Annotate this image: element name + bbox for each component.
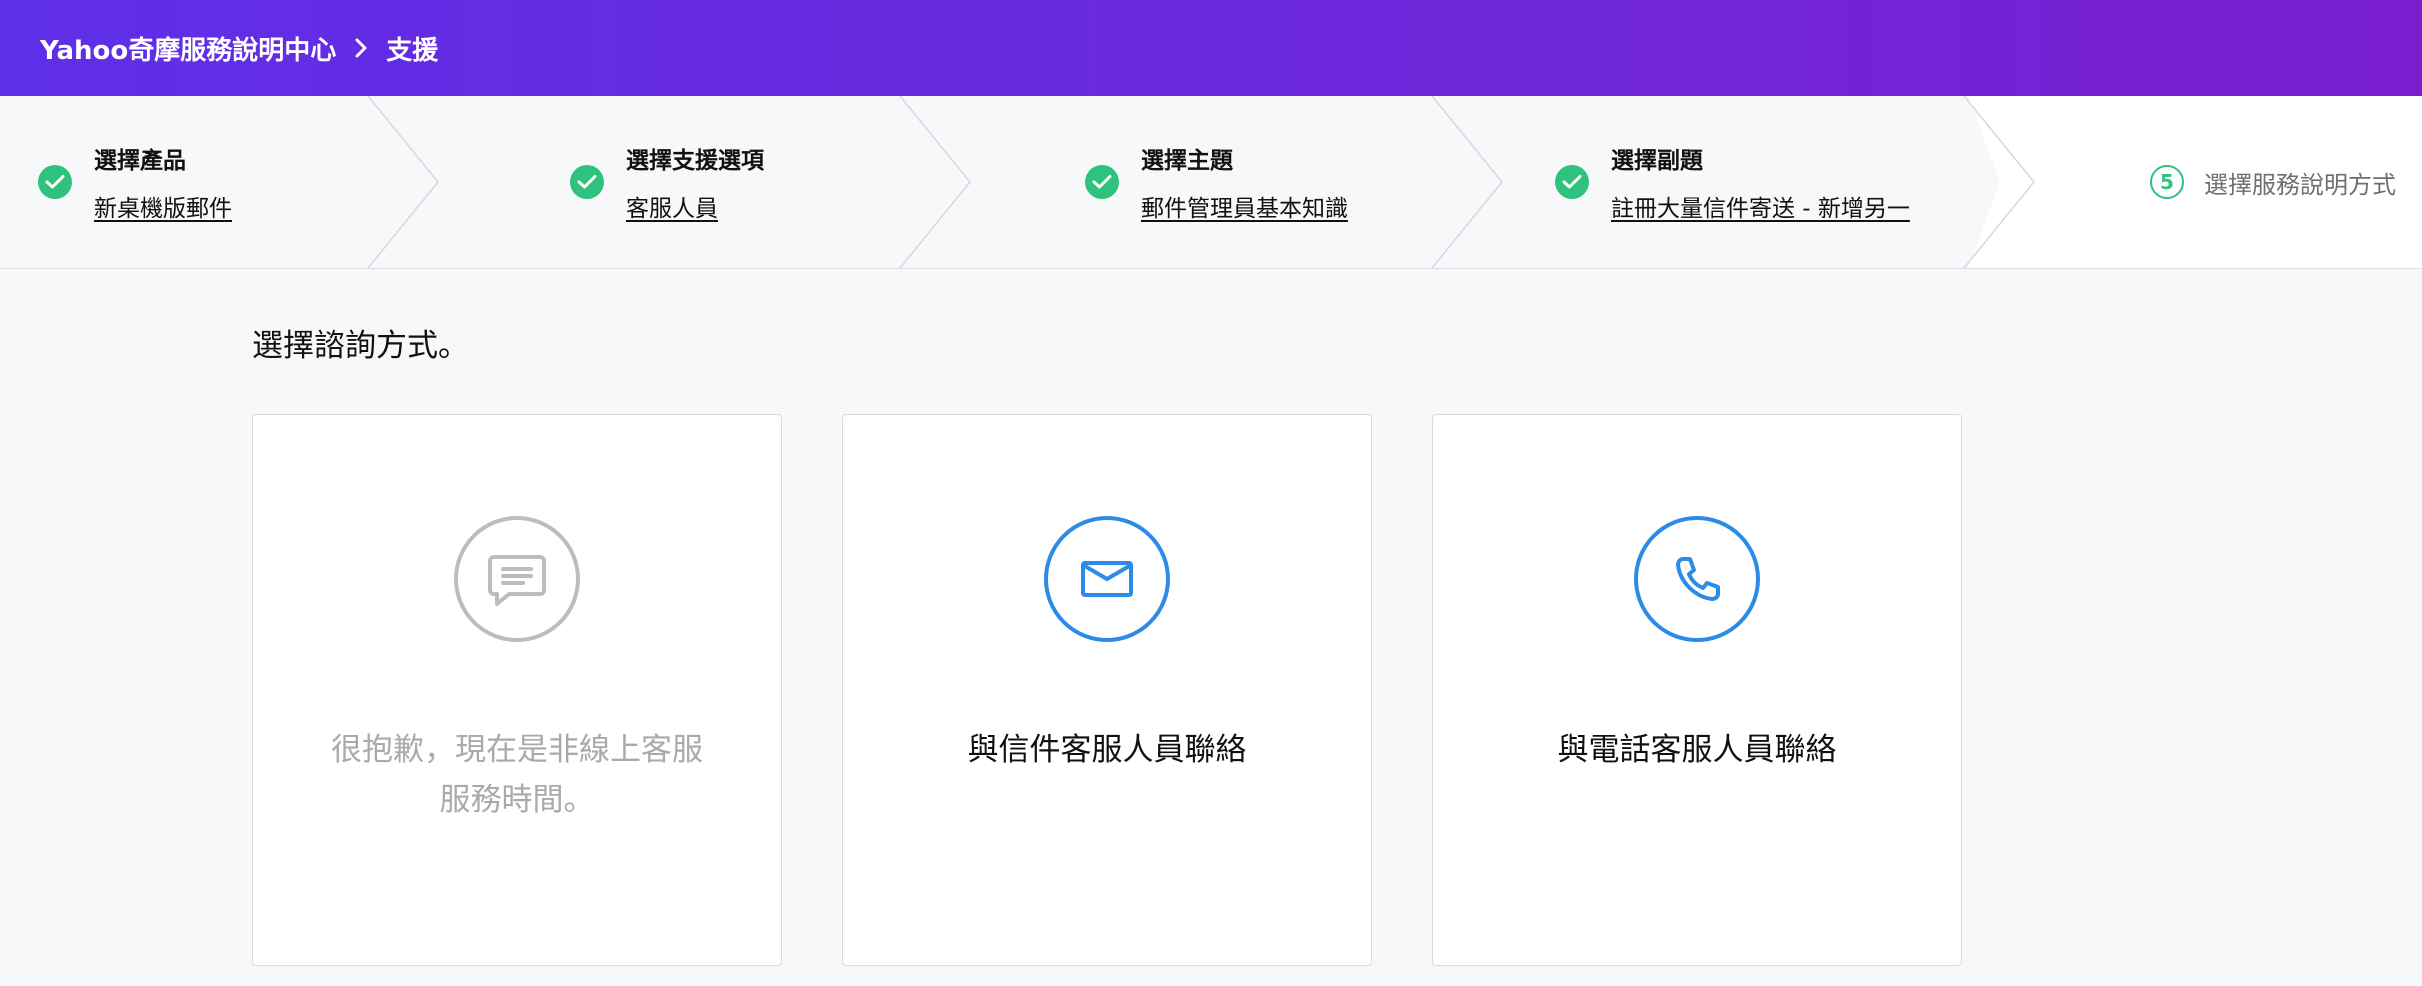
step-5-current: 5 選擇服務說明方式 bbox=[2150, 96, 2396, 268]
checkmark-icon bbox=[570, 165, 604, 199]
card-label: 與電話客服人員聯絡 bbox=[1557, 732, 1837, 768]
step-title: 選擇支援選項 bbox=[626, 148, 764, 174]
page-title: 選擇諮詢方式。 bbox=[252, 328, 469, 364]
card-label: 與信件客服人員聯絡 bbox=[967, 732, 1247, 768]
phone-icon bbox=[1634, 516, 1760, 642]
step-value-link[interactable]: 新桌機版郵件 bbox=[94, 189, 232, 223]
step-3[interactable]: 選擇主題 郵件管理員基本知識 bbox=[1085, 96, 1348, 268]
email-support-card[interactable]: 與信件客服人員聯絡 bbox=[842, 414, 1372, 966]
step-title: 選擇副題 bbox=[1611, 148, 1703, 174]
card-label: 很抱歉，現在是非線上客服服務時間。 bbox=[331, 732, 703, 818]
step-title: 選擇主題 bbox=[1141, 148, 1233, 174]
checkmark-icon bbox=[38, 165, 72, 199]
envelope-icon bbox=[1044, 516, 1170, 642]
phone-support-card[interactable]: 與電話客服人員聯絡 bbox=[1432, 414, 1962, 966]
checkmark-icon bbox=[1555, 165, 1589, 199]
progress-steps: 選擇產品 新桌機版郵件 選擇支援選項 客服人員 選擇主題 郵件管理員基本知識 選… bbox=[0, 96, 2422, 269]
chat-support-card: 很抱歉，現在是非線上客服服務時間。 bbox=[252, 414, 782, 966]
chat-bubble-icon bbox=[454, 516, 580, 642]
step-number-badge: 5 bbox=[2150, 165, 2184, 199]
top-header: Yahoo奇摩服務說明中心 支援 bbox=[0, 0, 2422, 96]
step-title: 選擇產品 bbox=[94, 148, 186, 174]
step-4[interactable]: 選擇副題 註冊大量信件寄送 - 新增另一 bbox=[1555, 96, 1910, 268]
step-value-link[interactable]: 客服人員 bbox=[626, 189, 764, 223]
step-title: 選擇服務說明方式 bbox=[2204, 170, 2396, 199]
step-value-link[interactable]: 註冊大量信件寄送 - 新增另一 bbox=[1611, 189, 1910, 223]
breadcrumb-current: 支援 bbox=[386, 35, 439, 66]
chevron-right-icon bbox=[354, 37, 368, 59]
step-2[interactable]: 選擇支援選項 客服人員 bbox=[570, 96, 764, 268]
step-1[interactable]: 選擇產品 新桌機版郵件 bbox=[38, 96, 232, 268]
checkmark-icon bbox=[1085, 165, 1119, 199]
step-value-link[interactable]: 郵件管理員基本知識 bbox=[1141, 189, 1348, 223]
breadcrumb-home-link[interactable]: Yahoo奇摩服務說明中心 bbox=[40, 30, 336, 67]
